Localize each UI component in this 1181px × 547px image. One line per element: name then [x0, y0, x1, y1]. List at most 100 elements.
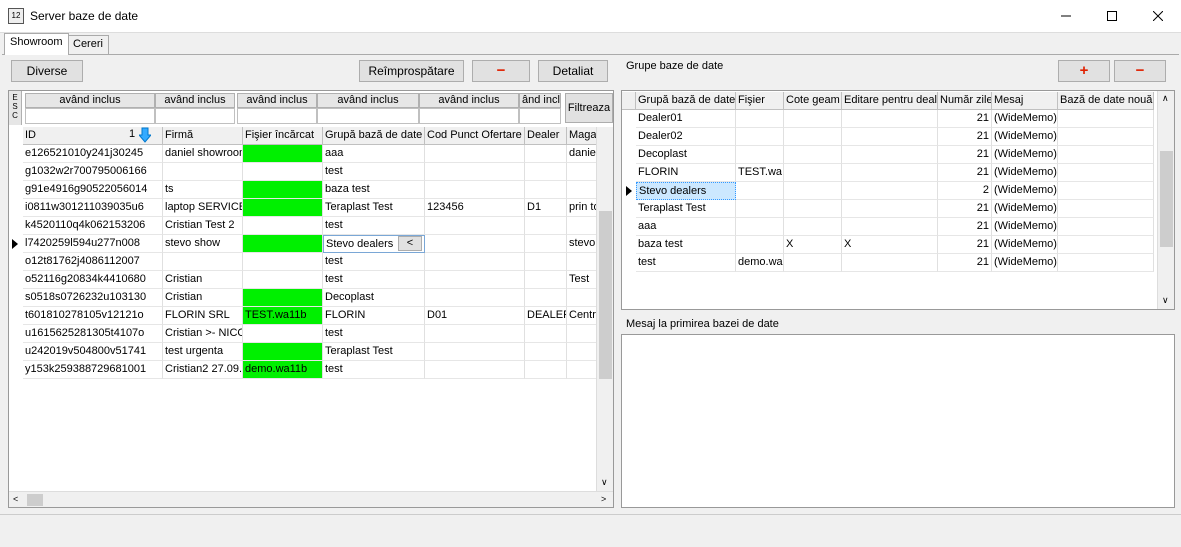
column-header[interactable]: Magazi — [567, 127, 597, 145]
close-button[interactable] — [1135, 0, 1181, 32]
group-cell-zile[interactable]: 21 — [938, 146, 992, 164]
group-cell-editare[interactable] — [842, 182, 938, 200]
cell-magazin[interactable]: prin toa — [567, 199, 597, 217]
group-cell-zile[interactable]: 21 — [938, 236, 992, 254]
group-cell-mesaj[interactable]: (WideMemo) — [992, 164, 1058, 182]
cell-grupa[interactable]: aaa — [323, 145, 425, 163]
group-cell-mesaj[interactable]: (WideMemo) — [992, 200, 1058, 218]
cell-fisier[interactable] — [243, 217, 323, 235]
cell-id[interactable]: u1615625281305t4107o — [23, 325, 163, 343]
group-row[interactable]: Dealer01 21 (WideMemo) — [622, 110, 1157, 128]
group-cell-mesaj[interactable]: (WideMemo) — [992, 218, 1058, 236]
sort-down-arrow-icon[interactable] — [137, 127, 153, 143]
group-cell-editare[interactable] — [842, 164, 938, 182]
cell-firma[interactable]: Cristian >- NICO — [163, 325, 243, 343]
filter-input[interactable] — [419, 108, 519, 124]
cell-cod[interactable] — [425, 361, 525, 379]
cell-dealer[interactable] — [525, 181, 567, 199]
cell-dealer[interactable] — [525, 343, 567, 361]
cell-grupa[interactable]: baza test — [323, 181, 425, 199]
group-cell-fisier[interactable] — [736, 110, 784, 128]
group-cell-grupa[interactable]: Dealer01 — [636, 110, 736, 128]
filter-input[interactable] — [25, 108, 155, 124]
column-header[interactable]: Cod Punct Ofertare — [425, 127, 525, 145]
group-row[interactable]: test demo.wa 21 (WideMemo) — [622, 254, 1157, 272]
column-header[interactable]: Dealer — [525, 127, 567, 145]
cell-id[interactable]: l7420259l594u277n008 — [23, 235, 163, 253]
group-cell-fisier[interactable] — [736, 128, 784, 146]
cell-dealer[interactable] — [525, 235, 567, 253]
cell-fisier[interactable] — [243, 199, 323, 217]
group-cell-cote[interactable] — [784, 110, 842, 128]
cell-magazin[interactable] — [567, 343, 597, 361]
scroll-down-icon[interactable]: ∨ — [1162, 295, 1169, 306]
group-column-header[interactable]: Fişier — [736, 92, 784, 110]
group-cell-new-db[interactable] — [1058, 200, 1154, 218]
group-row[interactable]: Dealer02 21 (WideMemo) — [622, 128, 1157, 146]
tab-cereri[interactable]: Cereri — [67, 35, 109, 54]
cell-dealer[interactable]: D1 — [525, 199, 567, 217]
group-cell-fisier[interactable] — [736, 200, 784, 218]
cell-grupa[interactable]: FLORIN — [323, 307, 425, 325]
cell-fisier[interactable] — [243, 163, 323, 181]
left-grid-hscrollbar[interactable]: < > — [9, 491, 613, 507]
filter-input[interactable] — [155, 108, 235, 124]
cell-fisier[interactable] — [243, 343, 323, 361]
cell-fisier[interactable] — [243, 235, 323, 253]
cell-fisier[interactable] — [243, 145, 323, 163]
group-cell-zile[interactable]: 21 — [938, 128, 992, 146]
scroll-up-icon[interactable]: ∧ — [1162, 93, 1169, 104]
group-cell-new-db[interactable] — [1058, 218, 1154, 236]
group-cell-editare[interactable] — [842, 110, 938, 128]
cell-cod[interactable] — [425, 253, 525, 271]
cell-cod[interactable] — [425, 217, 525, 235]
group-cell-cote[interactable] — [784, 218, 842, 236]
cell-id[interactable]: t601810278105v12121o — [23, 307, 163, 325]
group-cell-zile[interactable]: 21 — [938, 254, 992, 272]
group-cell-zile[interactable]: 21 — [938, 200, 992, 218]
cell-dealer[interactable] — [525, 145, 567, 163]
cell-id[interactable]: u242019v504800v51741 — [23, 343, 163, 361]
cell-grupa[interactable]: Teraplast Test — [323, 343, 425, 361]
cell-grupa[interactable]: test — [323, 253, 425, 271]
cell-magazin[interactable]: stevo — [567, 235, 597, 253]
esc-button[interactable]: E S C — [9, 91, 22, 125]
cell-id[interactable]: o12t81762j4086112007 — [23, 253, 163, 271]
group-cell-editare[interactable] — [842, 200, 938, 218]
filter-input[interactable] — [519, 108, 561, 124]
group-cell-editare[interactable] — [842, 146, 938, 164]
cell-magazin[interactable]: Test — [567, 271, 597, 289]
group-cell-new-db[interactable] — [1058, 128, 1154, 146]
cell-cod[interactable] — [425, 163, 525, 181]
group-cell-fisier[interactable]: demo.wa — [736, 254, 784, 272]
cell-magazin[interactable] — [567, 217, 597, 235]
group-row[interactable]: aaa 21 (WideMemo) — [622, 218, 1157, 236]
group-cell-new-db[interactable] — [1058, 182, 1154, 200]
table-row[interactable]: l7420259l594u277n008 stevo show Stevo deal… — [9, 235, 597, 253]
cell-cod[interactable]: D01 — [425, 307, 525, 325]
cell-fisier[interactable]: demo.wa11b — [243, 361, 323, 379]
group-cell-new-db[interactable] — [1058, 254, 1154, 272]
column-header[interactable]: Firmă — [163, 127, 243, 145]
cell-grupa[interactable]: test — [323, 163, 425, 181]
cell-fisier[interactable] — [243, 289, 323, 307]
scroll-right-icon[interactable]: > — [601, 494, 606, 504]
group-cell-mesaj[interactable]: (WideMemo) — [992, 236, 1058, 254]
table-row[interactable]: g91e4916g90522056014 ts baza test — [9, 181, 597, 199]
group-cell-fisier[interactable] — [736, 146, 784, 164]
group-cell-cote[interactable] — [784, 182, 842, 200]
groups-vscroll-thumb[interactable] — [1160, 151, 1173, 247]
group-cell-mesaj[interactable]: (WideMemo) — [992, 182, 1058, 200]
group-cell-mesaj[interactable]: (WideMemo) — [992, 110, 1058, 128]
cell-cod[interactable] — [425, 145, 525, 163]
scroll-left-icon[interactable]: < — [13, 494, 18, 504]
cell-firma[interactable]: laptop SERVICE — [163, 199, 243, 217]
table-row[interactable]: o52116g20834k4410680 Cristian test Test — [9, 271, 597, 289]
cell-firma[interactable] — [163, 253, 243, 271]
cell-cod[interactable] — [425, 325, 525, 343]
cell-magazin[interactable]: Central — [567, 307, 597, 325]
table-row[interactable]: e126521010y241j30245 daniel showroom aaa da… — [9, 145, 597, 163]
group-row[interactable]: Decoplast 21 (WideMemo) — [622, 146, 1157, 164]
group-cell-cote[interactable] — [784, 128, 842, 146]
cell-cod[interactable] — [425, 235, 525, 253]
